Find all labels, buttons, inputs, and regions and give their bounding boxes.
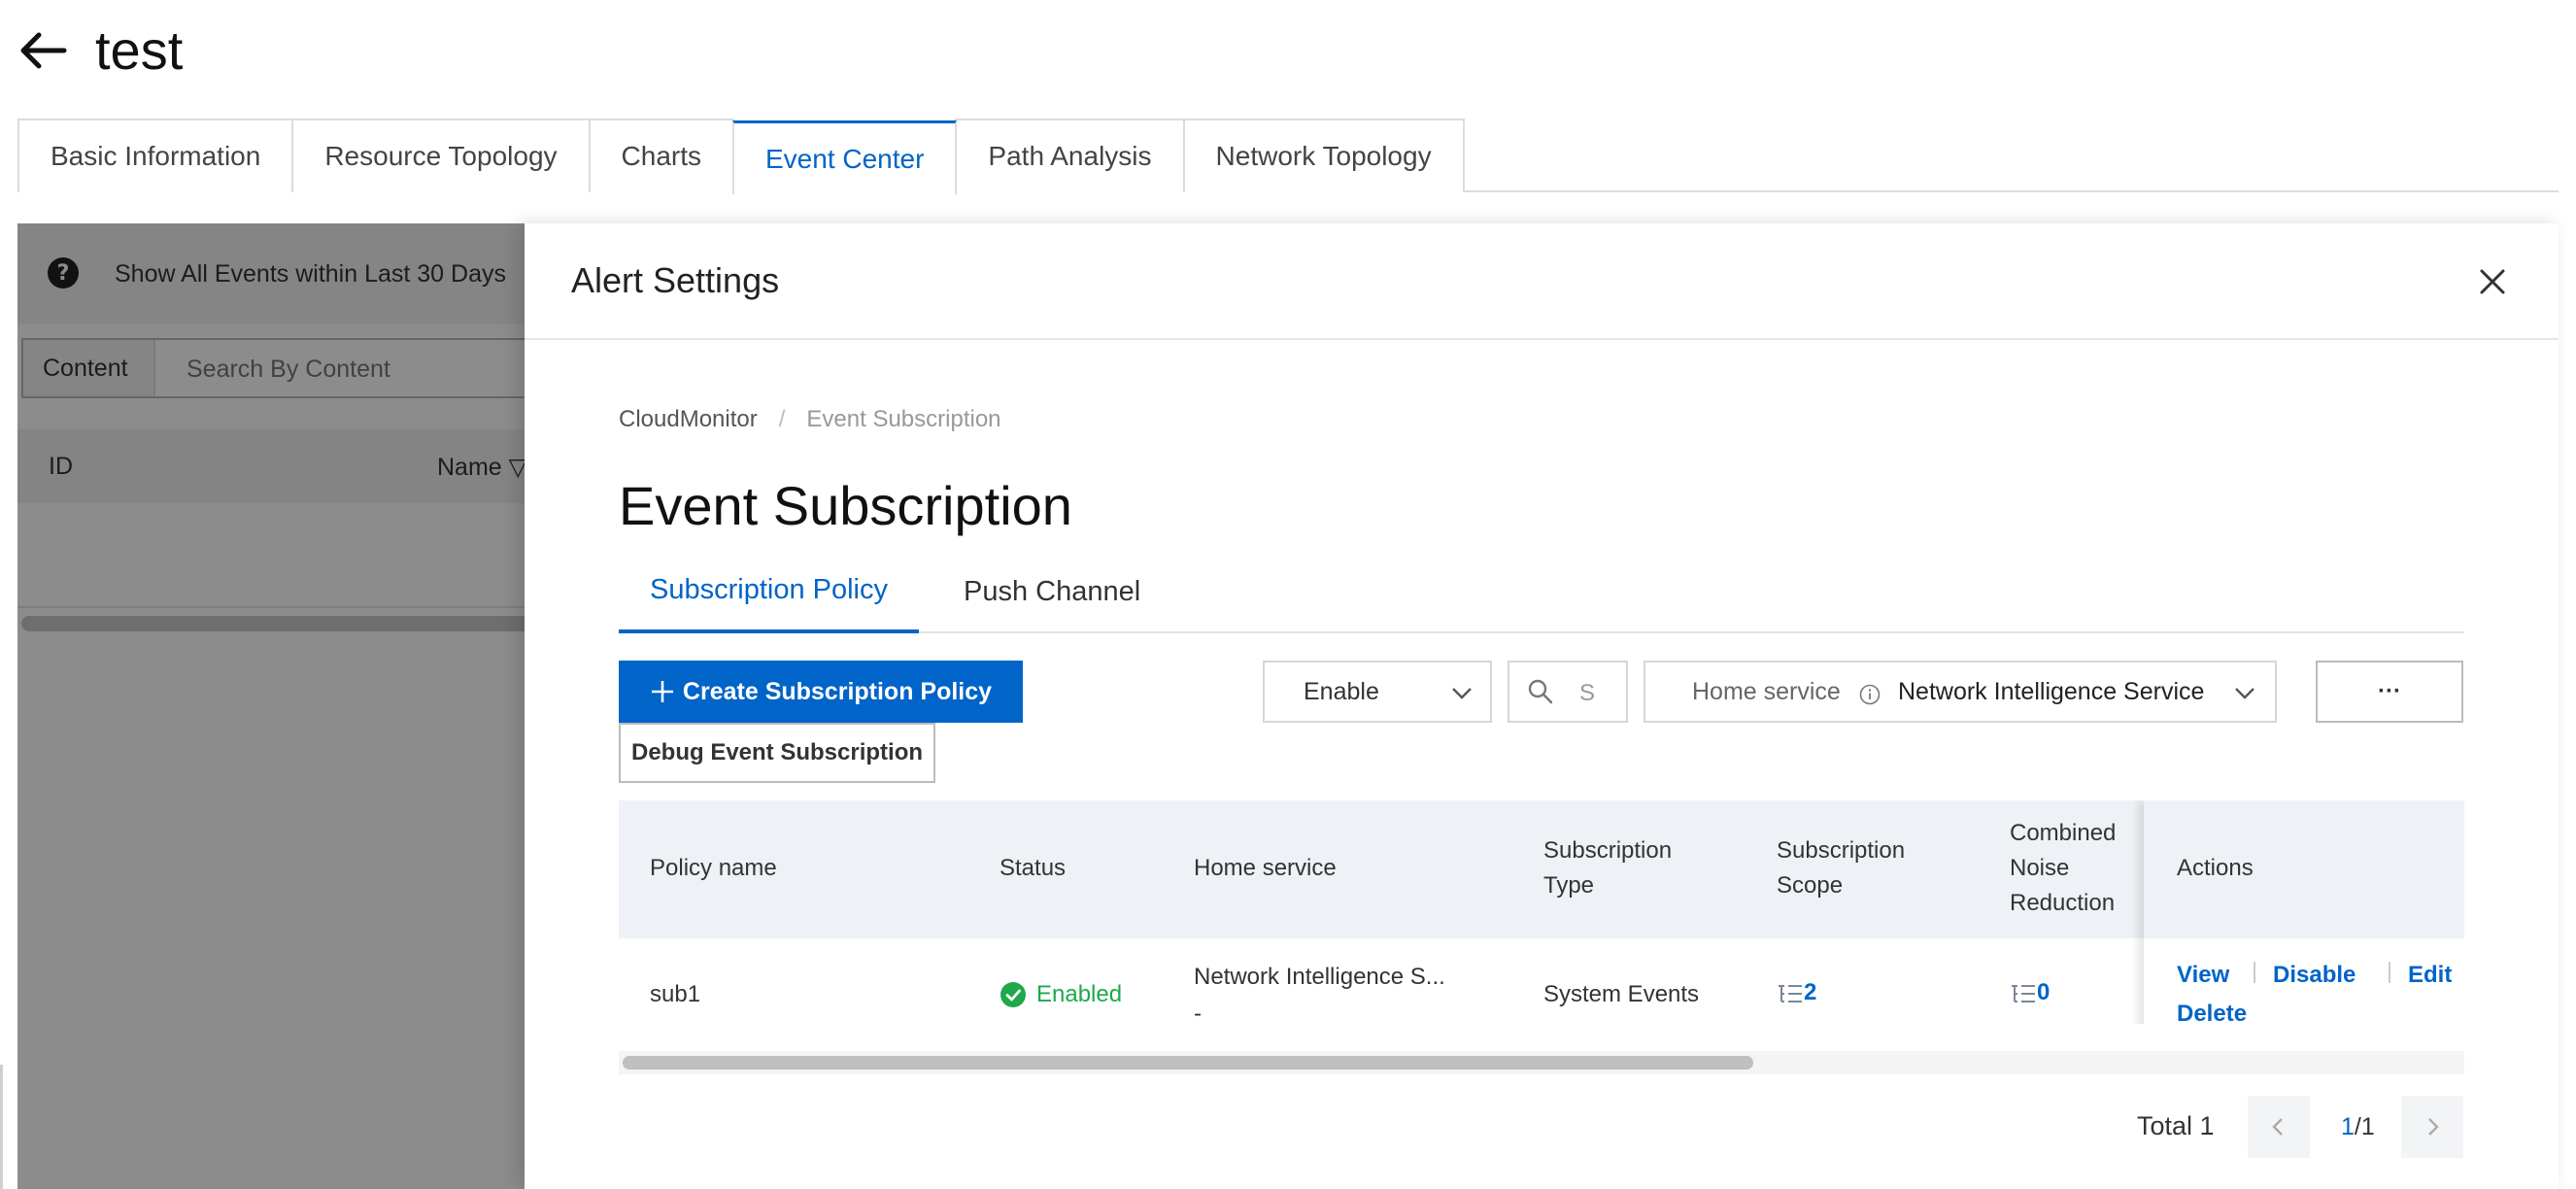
breadcrumb-separator: / [778,406,786,432]
search-placeholder: S [1579,680,1596,706]
home-service-value: Network Intelligence Service [1898,678,2205,705]
more-options-button[interactable]: ··· [2316,661,2463,723]
tab-event-center[interactable]: Event Center [732,120,958,194]
tab-basic-information[interactable]: Basic Information [17,119,294,192]
search-icon [1528,679,1553,704]
total-pages: /1 [2354,1113,2375,1140]
table-scrollbar-thumb[interactable] [623,1056,1753,1070]
tab-charts[interactable]: Charts [588,119,734,192]
edge-strip [0,1065,3,1189]
subscription-scope-cell[interactable]: 2 [1777,979,1816,1006]
breadcrumb: CloudMonitor / Event Subscription [619,406,1001,433]
column-noise-reduction-line3: Reduction [2010,890,2116,916]
breadcrumb-cloudmonitor[interactable]: CloudMonitor [619,406,758,433]
page-title: test [95,19,184,81]
tab-subscription-policy[interactable]: Subscription Policy [619,550,919,633]
previous-page-button[interactable] [2248,1096,2310,1158]
column-noise-reduction-line2: Noise [2010,855,2070,881]
back-arrow-icon[interactable] [16,23,70,78]
column-subscription-scope-line2: Scope [1777,872,1844,899]
breadcrumb-event-subscription: Event Subscription [806,406,1001,432]
create-subscription-policy-button[interactable]: Create Subscription Policy [619,661,1023,723]
chevron-down-icon [1452,688,1472,699]
subscription-type-cell: System Events [1543,981,1700,1007]
tab-path-analysis[interactable]: Path Analysis [955,119,1185,192]
drawer-header: Alert Settings [525,223,2559,340]
chevron-down-icon [2235,688,2254,699]
column-subscription-type: Subscription Type [1543,833,1672,903]
info-icon[interactable] [1859,684,1881,705]
table-scrollbar[interactable] [619,1051,2464,1074]
column-home-service: Home service [1194,855,1337,881]
pagination-current: 1/1 [2341,1113,2375,1141]
subscription-scope-count[interactable]: 2 [1804,979,1816,1005]
tab-network-topology[interactable]: Network Topology [1182,119,1465,192]
status-select-value: Enable [1304,677,1379,705]
chevron-right-icon [2428,1118,2439,1136]
column-subscription-type-line2: Type [1543,872,1595,899]
tab-push-channel[interactable]: Push Channel [964,550,1140,633]
main-tabs: Basic Information Resource Topology Char… [17,119,2559,194]
home-service-cell: Network Intelligence S... [1194,964,1445,990]
column-subscription-scope-line1: Subscription [1777,837,1906,864]
status-select[interactable]: Enable [1263,661,1492,723]
drawer-mask[interactable] [17,223,525,1189]
noise-reduction-count[interactable]: 0 [2037,979,2050,1005]
alert-settings-drawer: Alert Settings CloudMonitor / Event Subs… [525,223,2559,1189]
plus-icon [651,681,673,702]
column-subscription-type-line1: Subscription [1543,837,1673,864]
debug-event-subscription-button[interactable]: Debug Event Subscription [619,723,935,783]
policy-name-cell: sub1 [650,981,701,1007]
subscription-policy-table: Policy name Status Home service Subscrip… [619,800,2464,1024]
chevron-left-icon [2272,1118,2283,1136]
list-icon [1779,984,1802,1002]
list-icon [2012,984,2035,1002]
status-badge: Enabled [1036,981,1123,1007]
section-title: Event Subscription [619,475,1072,536]
drawer-title: Alert Settings [571,260,780,300]
home-service-select[interactable]: Home service Network Intelligence Servic… [1644,661,2277,723]
subscription-tabs: Subscription Policy Push Channel [619,550,2464,633]
actions-column-shadow [2144,800,2464,1024]
column-noise-reduction: Combined Noise Reduction [2010,816,2136,921]
pagination-total: Total 1 [2137,1111,2215,1140]
check-circle-icon [1000,982,1026,1007]
column-policy-name: Policy name [650,855,777,881]
close-icon[interactable] [2477,266,2508,297]
column-subscription-scope: Subscription Scope [1777,833,1905,903]
column-status: Status [1000,855,1067,881]
policy-search-input[interactable]: S [1508,661,1628,723]
next-page-button[interactable] [2401,1096,2463,1158]
current-page: 1 [2341,1113,2355,1140]
home-service-sub-cell: - [1194,1001,1202,1024]
home-service-label: Home service [1692,678,1841,705]
create-button-label: Create Subscription Policy [682,677,993,705]
tab-resource-topology[interactable]: Resource Topology [291,119,591,192]
column-noise-reduction-line1: Combined [2010,820,2117,846]
noise-reduction-cell[interactable]: 0 [2010,979,2050,1006]
